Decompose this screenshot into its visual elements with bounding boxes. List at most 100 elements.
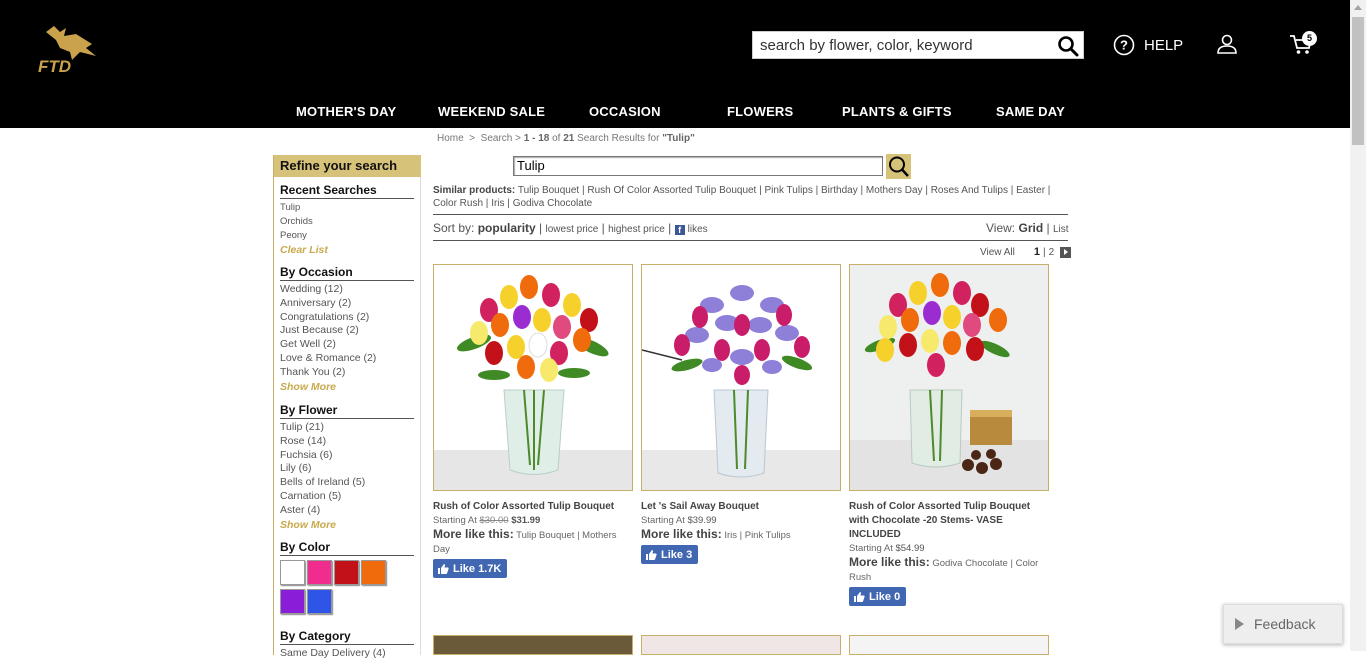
sort-popularity[interactable]: popularity [478,221,536,235]
nav-flowers[interactable]: FLOWERS [727,104,793,119]
product-name[interactable]: Let 's Sail Away Bouquet [641,500,841,514]
nav-weekend-sale[interactable]: WEEKEND SALE [438,104,545,119]
more-like-this-links[interactable]: Iris | Pink Tulips [724,530,790,541]
color-swatch-red[interactable] [334,560,359,585]
similar-link[interactable]: Godiva Chocolate [513,198,593,209]
breadcrumb-of: of [552,133,561,144]
scroll-up-arrow-icon[interactable] [1354,5,1362,10]
view-grid[interactable]: Grid [1018,221,1043,235]
category-item[interactable]: Same Day Delivery (4) [280,647,414,661]
color-section: By Color [280,540,414,616]
breadcrumb-results-text: Search Results for [577,133,660,144]
nav-occasion[interactable]: OCCASION [589,104,661,119]
similar-link[interactable]: Pink Tulips [765,185,813,196]
recent-search-item[interactable]: Tulip [280,201,414,215]
color-swatch-orange[interactable] [361,560,386,585]
view-all-link[interactable]: View All [980,247,1015,258]
starting-at-label: Starting At [433,515,477,526]
next-page-arrow-icon[interactable] [1060,246,1072,258]
refine-sidebar: Refine your search Recent Searches Tulip… [273,155,421,659]
similar-label: Similar products: [433,185,516,196]
color-swatch-white[interactable] [280,560,305,585]
similar-link[interactable]: Easter [1016,185,1045,196]
occasion-item[interactable]: Wedding (12) [280,283,414,297]
nav-same-day[interactable]: SAME DAY [996,104,1065,119]
feedback-button[interactable]: Feedback [1223,604,1343,644]
product-image[interactable] [433,264,633,491]
results-search-button[interactable] [886,154,911,179]
product-current-price: $39.99 [687,515,717,526]
product-name[interactable]: Rush of Color Assorted Tulip Bouquet wit… [849,500,1049,542]
similar-link[interactable]: Tulip Bouquet [518,185,579,196]
flower-item[interactable]: Bells of Ireland (5) [280,476,414,490]
flower-section: By Flower Tulip (21) Rose (14) Fuchsia (… [280,403,414,532]
product-card: Rush of Color Assorted Tulip Bouquet wit… [849,264,1049,608]
similar-link[interactable]: Color Rush [433,198,483,209]
help-icon: ? [1113,34,1135,56]
clear-list-link[interactable]: Clear List [280,243,414,257]
similar-link[interactable]: Mothers Day [866,185,923,196]
like-count: Like 0 [869,590,901,603]
category-section: By Category Same Day Delivery (4) [280,629,414,661]
search-icon[interactable] [1057,35,1079,57]
recent-search-item[interactable]: Peony [280,229,414,243]
header-search-input[interactable]: search by flower, color, keyword [752,31,1084,59]
facebook-like-button[interactable]: Like 0 [849,587,907,606]
color-swatch-pink[interactable] [307,560,332,585]
flower-item[interactable]: Rose (14) [280,435,414,449]
occasion-item[interactable]: Just Because (2) [280,324,414,338]
account-icon[interactable] [1216,33,1238,60]
page-1[interactable]: 1 [1034,246,1040,258]
product-image[interactable] [433,635,633,655]
sort-lowest-price[interactable]: lowest price [546,224,599,235]
breadcrumb-separator: > [469,133,476,144]
occasion-show-more[interactable]: Show More [280,380,414,394]
product-name[interactable]: Rush of Color Assorted Tulip Bouquet [433,500,633,514]
breadcrumb-search[interactable]: Search [481,133,513,144]
color-swatch-blue[interactable] [307,589,332,614]
page-scrollbar[interactable] [1350,0,1366,651]
scrollbar-thumb[interactable] [1352,17,1364,145]
main-nav: MOTHER'S DAY WEEKEND SALE OCCASION FLOWE… [0,104,1350,122]
flower-item[interactable]: Lily (6) [280,462,414,476]
product-image[interactable] [641,264,841,491]
like-count: Like 3 [661,548,693,561]
sort-highest-price[interactable]: highest price [608,224,665,235]
results-search-input[interactable]: Tulip [513,156,883,176]
occasion-item[interactable]: Get Well (2) [280,338,414,352]
ftd-logo[interactable]: FTD [36,22,102,78]
more-like-this: More like this: Tulip Bouquet | Mothers … [433,527,633,557]
help-label: HELP [1144,36,1184,54]
svg-text:?: ? [1120,38,1128,53]
flower-item[interactable]: Aster (4) [280,504,414,518]
similar-link[interactable]: Rush Of Color Assorted Tulip Bouquet [587,185,756,196]
breadcrumb-home[interactable]: Home [437,133,464,144]
occasion-item[interactable]: Congratulations (2) [280,311,414,325]
sort-likes[interactable]: f likes [674,224,708,235]
cart-button[interactable]: 5 [1289,31,1317,61]
occasion-item[interactable]: Thank You (2) [280,366,414,380]
similar-link[interactable]: Iris [491,198,504,209]
flower-item[interactable]: Fuchsia (6) [280,449,414,463]
help-link[interactable]: ? HELP [1113,34,1183,56]
occasion-item[interactable]: Anniversary (2) [280,297,414,311]
header-search-placeholder: search by flower, color, keyword [760,37,973,54]
product-image[interactable] [849,264,1049,491]
more-like-this-label: More like this: [433,527,514,541]
color-swatch-purple[interactable] [280,589,305,614]
similar-link[interactable]: Birthday [821,185,858,196]
flower-show-more[interactable]: Show More [280,518,414,532]
nav-plants-gifts[interactable]: PLANTS & GIFTS [842,104,952,119]
facebook-like-button[interactable]: Like 3 [641,545,699,564]
view-list[interactable]: List [1053,224,1069,235]
occasion-item[interactable]: Love & Romance (2) [280,352,414,366]
recent-search-item[interactable]: Orchids [280,215,414,229]
product-image[interactable] [641,635,841,655]
product-image[interactable] [849,635,1049,655]
facebook-like-button[interactable]: Like 1.7K [433,559,508,578]
flower-item[interactable]: Tulip (21) [280,421,414,435]
flower-item[interactable]: Carnation (5) [280,490,414,504]
page-2[interactable]: 2 [1049,247,1055,258]
nav-mothers-day[interactable]: MOTHER'S DAY [296,104,396,119]
similar-link[interactable]: Roses And Tulips [931,185,1008,196]
